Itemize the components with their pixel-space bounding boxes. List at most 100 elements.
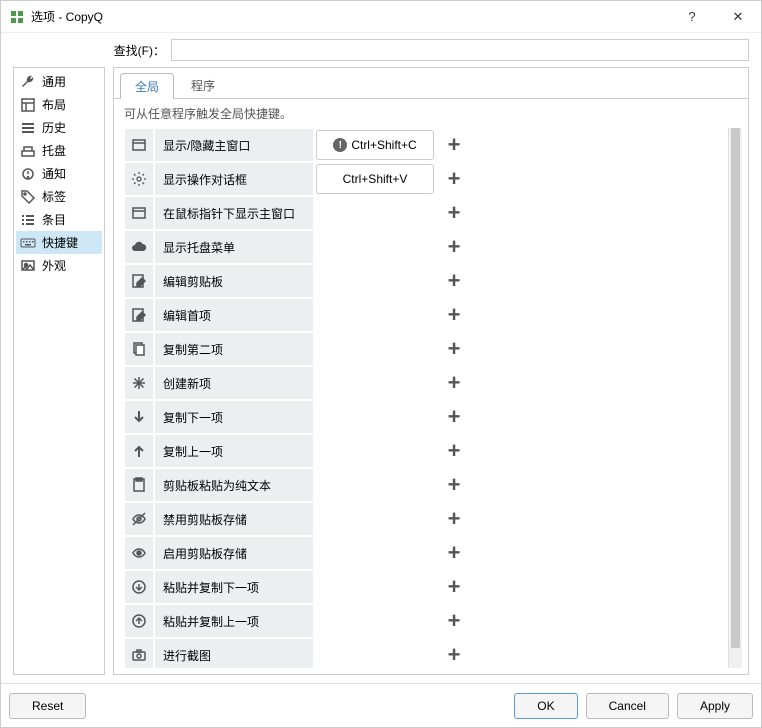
add-shortcut-button[interactable]: + xyxy=(436,468,472,502)
body: 通用布局历史托盘通知标签条目快捷键外观 全局程序 可从任意程序触发全局快捷键。 … xyxy=(1,67,761,683)
sidebar-item-6[interactable]: 条目 xyxy=(16,208,102,231)
cloud-icon xyxy=(124,230,154,264)
shortcut-key-text: Ctrl+Shift+V xyxy=(343,172,408,186)
sidebar-item-label: 历史 xyxy=(42,119,66,136)
titlebar: 选项 - CopyQ ? ✕ xyxy=(1,1,761,33)
sidebar-item-8[interactable]: 外观 xyxy=(16,254,102,277)
notify-icon xyxy=(20,166,36,182)
window-icon xyxy=(124,196,154,230)
add-shortcut-button[interactable]: + xyxy=(436,638,472,668)
shortcut-row: 创建新项 + xyxy=(124,366,728,400)
add-shortcut-button[interactable]: + xyxy=(436,264,472,298)
eye-icon xyxy=(124,536,154,570)
ok-button[interactable]: OK xyxy=(514,693,577,719)
shortcut-row: 启用剪贴板存储 + xyxy=(124,536,728,570)
shortcut-row: 编辑首项+ xyxy=(124,298,728,332)
shortcut-key[interactable]: Ctrl+Shift+V xyxy=(316,164,434,194)
sidebar-item-label: 外观 xyxy=(42,257,66,274)
search-input[interactable] xyxy=(171,39,749,61)
shortcut-key-empty xyxy=(316,606,434,636)
add-shortcut-button[interactable]: + xyxy=(436,162,472,196)
shortcut-label: 启用剪贴板存储 xyxy=(154,536,314,570)
shortcut-label: 粘贴并复制上一项 xyxy=(154,604,314,638)
shortcut-key[interactable]: ! Ctrl+Shift+C xyxy=(316,130,434,160)
shortcut-row: 显示操作对话框 Ctrl+Shift+V + xyxy=(124,162,728,196)
add-shortcut-button[interactable]: + xyxy=(436,536,472,570)
add-shortcut-button[interactable]: + xyxy=(436,400,472,434)
sidebar-item-label: 托盘 xyxy=(42,142,66,159)
add-shortcut-button[interactable]: + xyxy=(436,434,472,468)
tab-0[interactable]: 全局 xyxy=(120,73,174,99)
hint-text: 可从任意程序触发全局快捷键。 xyxy=(114,99,748,128)
close-button[interactable]: ✕ xyxy=(715,1,761,33)
shortcut-row: 粘贴并复制下一项 + xyxy=(124,570,728,604)
scrollbar[interactable] xyxy=(728,128,742,668)
sidebar-item-7[interactable]: 快捷键 xyxy=(16,231,102,254)
sidebar-item-label: 条目 xyxy=(42,211,66,228)
item-icon xyxy=(20,212,36,228)
edit-icon xyxy=(124,264,154,298)
shortcut-key-empty xyxy=(316,266,434,296)
add-shortcut-button[interactable]: + xyxy=(436,128,472,162)
add-shortcut-button[interactable]: + xyxy=(436,196,472,230)
main-panel: 全局程序 可从任意程序触发全局快捷键。 显示/隐藏主窗口! Ctrl+Shift+… xyxy=(113,67,749,675)
search-label: 查找(F)： xyxy=(1,42,171,59)
add-shortcut-button[interactable]: + xyxy=(436,366,472,400)
shortcut-key-empty xyxy=(316,572,434,602)
add-shortcut-button[interactable]: + xyxy=(436,332,472,366)
add-shortcut-button[interactable]: + xyxy=(436,230,472,264)
reset-button[interactable]: Reset xyxy=(9,693,86,719)
shortcut-label: 粘贴并复制下一项 xyxy=(154,570,314,604)
sidebar-item-4[interactable]: 通知 xyxy=(16,162,102,185)
layout-icon xyxy=(20,97,36,113)
appearance-icon xyxy=(20,258,36,274)
camera-icon xyxy=(124,638,154,668)
footer: Reset OK Cancel Apply xyxy=(1,683,761,727)
shortcut-row: 复制上一项+ xyxy=(124,434,728,468)
shortcut-label: 显示操作对话框 xyxy=(154,162,314,196)
shortcut-key-empty xyxy=(316,436,434,466)
sidebar-item-label: 通用 xyxy=(42,73,66,90)
eye-off-icon xyxy=(124,502,154,536)
shortcut-key-empty xyxy=(316,334,434,364)
shortcut-label: 创建新项 xyxy=(154,366,314,400)
add-shortcut-button[interactable]: + xyxy=(436,570,472,604)
window-title: 选项 - CopyQ xyxy=(31,8,669,25)
shortcut-label: 编辑剪贴板 xyxy=(154,264,314,298)
warn-icon: ! xyxy=(333,138,347,152)
sidebar-item-2[interactable]: 历史 xyxy=(16,116,102,139)
sidebar-item-0[interactable]: 通用 xyxy=(16,70,102,93)
shortcut-row: 显示托盘菜单 + xyxy=(124,230,728,264)
shortcut-row: 显示/隐藏主窗口! Ctrl+Shift+C + xyxy=(124,128,728,162)
shortcut-key-empty xyxy=(316,368,434,398)
shortcut-label: 禁用剪贴板存储 xyxy=(154,502,314,536)
add-shortcut-button[interactable]: + xyxy=(436,298,472,332)
scroll-thumb[interactable] xyxy=(731,128,740,648)
help-button[interactable]: ? xyxy=(669,1,715,33)
edit-icon xyxy=(124,298,154,332)
sidebar-item-label: 快捷键 xyxy=(42,234,78,251)
sidebar-item-1[interactable]: 布局 xyxy=(16,93,102,116)
sidebar-item-3[interactable]: 托盘 xyxy=(16,139,102,162)
down-circle-icon xyxy=(124,570,154,604)
tab-1[interactable]: 程序 xyxy=(176,72,230,98)
cancel-button[interactable]: Cancel xyxy=(586,693,669,719)
sidebar-item-5[interactable]: 标签 xyxy=(16,185,102,208)
shortcut-key-text: Ctrl+Shift+C xyxy=(351,138,416,152)
window-icon xyxy=(124,128,154,162)
shortcut-row: 粘贴并复制上一项 + xyxy=(124,604,728,638)
shortcut-key-empty xyxy=(316,402,434,432)
add-shortcut-button[interactable]: + xyxy=(436,502,472,536)
options-window: 选项 - CopyQ ? ✕ 查找(F)： 通用布局历史托盘通知标签条目快捷键外… xyxy=(0,0,762,728)
shortcut-list: 显示/隐藏主窗口! Ctrl+Shift+C + 显示操作对话框 Ctrl+Shift+… xyxy=(124,128,728,668)
paste-icon xyxy=(124,468,154,502)
shortcut-row: 编辑剪贴板 + xyxy=(124,264,728,298)
tray-icon xyxy=(20,143,36,159)
keyboard-icon xyxy=(20,235,36,251)
shortcut-label: 显示托盘菜单 xyxy=(154,230,314,264)
add-shortcut-button[interactable]: + xyxy=(436,604,472,638)
shortcut-label: 显示/隐藏主窗口 xyxy=(154,128,314,162)
shortcut-row: 进行截图+ xyxy=(124,638,728,668)
apply-button[interactable]: Apply xyxy=(677,693,753,719)
shortcut-key-empty xyxy=(316,538,434,568)
